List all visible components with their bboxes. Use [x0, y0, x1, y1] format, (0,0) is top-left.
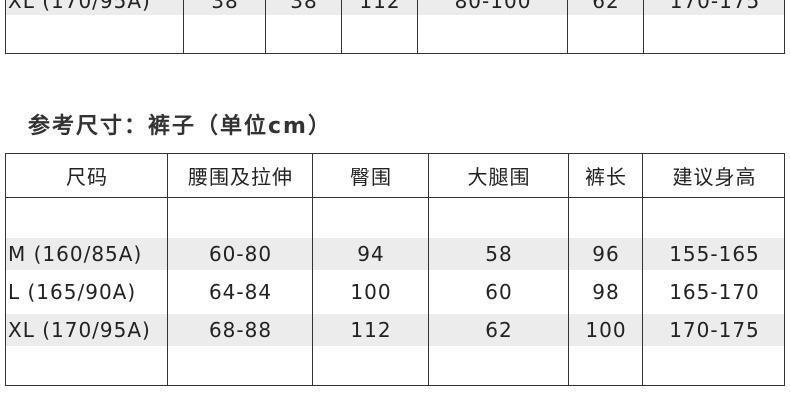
divider — [312, 154, 313, 385]
divider — [265, 0, 266, 53]
thigh-cell: 60 — [485, 280, 513, 304]
divider — [428, 154, 429, 385]
size-cell: XL (170/95A) — [8, 0, 151, 13]
divider — [183, 0, 184, 53]
table-row: L (165/90A) 64-84 100 60 98 165-170 — [6, 276, 784, 308]
section-title: 参考尺寸：裤子（单位cm） — [28, 114, 332, 139]
size-cell: L (165/90A) — [8, 280, 137, 304]
length-cell: 96 — [592, 242, 620, 266]
divider — [167, 154, 168, 385]
thigh-cell: 58 — [485, 242, 513, 266]
length-cell: 98 — [592, 280, 620, 304]
divider — [6, 197, 784, 198]
waist-cell: 60-80 — [208, 242, 273, 266]
divider — [568, 154, 569, 385]
waist-cell: 64-84 — [208, 280, 273, 304]
top-size-table: XL (170/95A) 38 38 112 80-100 62 170-175 — [5, 0, 785, 54]
hip-cell: 94 — [357, 242, 385, 266]
cell: 80-100 — [454, 0, 532, 13]
header-size: 尺码 — [66, 165, 108, 189]
hip-cell: 100 — [350, 280, 392, 304]
header-hip: 臀围 — [350, 165, 392, 189]
pants-size-table: 尺码 腰围及拉伸 臀围 大腿围 裤长 建议身高 M (160/85A) 60-8… — [5, 153, 785, 386]
cell: 62 — [592, 0, 620, 13]
divider — [642, 154, 643, 385]
header-height: 建议身高 — [672, 165, 757, 189]
table-row: M (160/85A) 60-80 94 58 96 155-165 — [6, 238, 784, 270]
waist-cell: 68-88 — [208, 318, 273, 342]
cell: 38 — [290, 0, 318, 13]
cell: 112 — [359, 0, 401, 13]
table-row: XL (170/95A) 38 38 112 80-100 62 170-175 — [6, 0, 784, 15]
cell: 38 — [211, 0, 239, 13]
height-cell: 165-170 — [669, 280, 760, 304]
size-cell: M (160/85A) — [8, 242, 143, 266]
divider — [341, 0, 342, 53]
cell: 170-175 — [669, 0, 761, 13]
thigh-cell: 62 — [485, 318, 513, 342]
divider — [643, 0, 644, 53]
height-cell: 155-165 — [669, 242, 760, 266]
size-cell: XL (170/95A) — [8, 318, 151, 342]
header-length: 裤长 — [585, 165, 627, 189]
length-cell: 100 — [585, 318, 627, 342]
table-header-row: 尺码 腰围及拉伸 臀围 大腿围 裤长 建议身高 — [6, 154, 784, 197]
divider — [417, 0, 418, 53]
table-row: XL (170/95A) 68-88 112 62 100 170-175 — [6, 314, 784, 346]
divider — [567, 0, 568, 53]
height-cell: 170-175 — [669, 318, 760, 342]
header-thigh: 大腿围 — [467, 165, 531, 189]
hip-cell: 112 — [350, 318, 392, 342]
header-waist: 腰围及拉伸 — [188, 165, 293, 189]
